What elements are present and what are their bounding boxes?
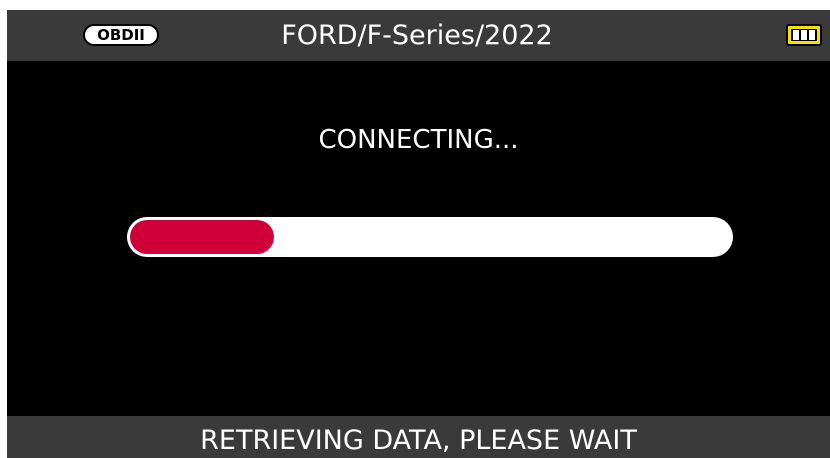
obd-badge: OBDII (83, 24, 159, 46)
header-bar: OBDII FORD/F-Series/2022 (7, 10, 830, 61)
battery-cell (793, 30, 799, 40)
battery-icon (786, 24, 822, 46)
battery-cell (801, 30, 807, 40)
progress-bar (127, 217, 733, 257)
battery-cells (791, 29, 817, 41)
footer-message: RETRIEVING DATA, PLEASE WAIT (200, 425, 637, 456)
progress-fill (130, 220, 274, 254)
footer-bar: RETRIEVING DATA, PLEASE WAIT (7, 416, 830, 458)
device-screen: OBDII FORD/F-Series/2022 CONNECTING... R… (7, 10, 830, 458)
battery-cell (809, 30, 815, 40)
connection-status: CONNECTING... (318, 125, 519, 155)
vehicle-title: FORD/F-Series/2022 (281, 20, 553, 51)
